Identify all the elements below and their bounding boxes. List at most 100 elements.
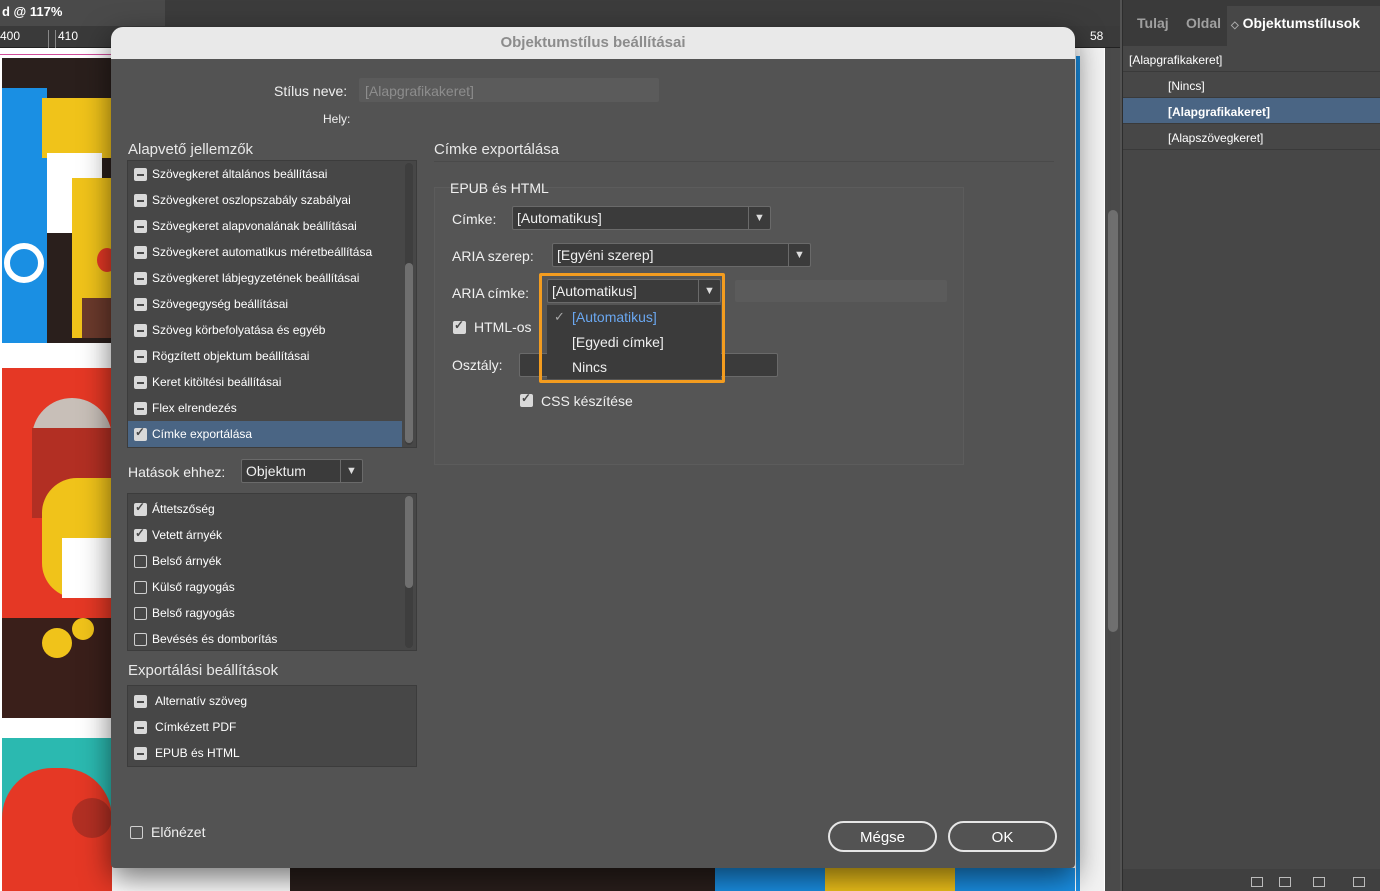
aria-role-select-value: [Egyéni szerep] [557, 247, 654, 263]
drag-handle-icon: ◇ [1231, 20, 1239, 31]
checkbox-unchecked[interactable] [134, 581, 147, 594]
list-item[interactable]: Szövegkeret automatikus méretbeállítása [128, 239, 402, 265]
object-styles-panel: Tulaj Oldal ◇ Objektumstílusok [Alapgraf… [1122, 0, 1380, 891]
list-item-label: Szöveg körbefolyatása és egyéb [152, 323, 326, 337]
tab-pages[interactable]: Oldal [1186, 15, 1221, 31]
checkbox-mixed[interactable] [134, 695, 147, 708]
list-item[interactable]: Belső árnyék [128, 548, 402, 574]
aria-label-custom-field [735, 280, 947, 302]
chevron-down-icon: ▼ [340, 460, 362, 482]
list-scrollbar[interactable] [405, 163, 413, 445]
aria-role-select[interactable]: [Egyéni szerep] ▼ [552, 243, 811, 267]
effects-target-select[interactable]: Objektum ▼ [241, 459, 363, 483]
checkbox-mixed[interactable] [134, 220, 147, 233]
aria-role-label: ARIA szerep: [452, 248, 534, 264]
list-item-label: Belső ragyogás [152, 606, 235, 620]
list-item[interactable]: Vetett árnyék [128, 522, 402, 548]
list-item[interactable]: Belső ragyogás [128, 600, 402, 626]
checkbox-mixed[interactable] [134, 324, 147, 337]
checkbox-mixed[interactable] [134, 298, 147, 311]
checkbox-checked[interactable] [134, 526, 147, 542]
list-item-label: Bevésés és domborítás [152, 632, 278, 646]
list-item-label: Szövegkeret automatikus méretbeállítása [152, 245, 373, 259]
style-list-item[interactable]: [Alapgrafikakeret] [1123, 46, 1380, 72]
style-name-field: [Alapgrafikakeret] [359, 78, 659, 102]
clear-overrides-icon[interactable] [1279, 877, 1291, 887]
list-item[interactable]: Külső ragyogás [128, 574, 402, 600]
list-item[interactable]: Szövegkeret lábjegyzetének beállításai [128, 265, 402, 291]
effects-target-value: Objektum [246, 463, 306, 479]
tag-select[interactable]: [Automatikus] ▼ [512, 206, 771, 230]
list-item[interactable]: Címkézett PDF [128, 714, 416, 740]
css-checkbox[interactable] [520, 391, 533, 407]
vertical-scrollbar-thumb[interactable] [1108, 210, 1118, 632]
html-checkbox[interactable] [453, 318, 466, 334]
list-item[interactable]: Szövegkeret alapvonalának beállításai [128, 213, 402, 239]
tab-object-styles[interactable]: ◇ Objektumstílusok [1231, 15, 1360, 31]
object-style-options-dialog: Objektumstílus beállításai Stílus neve: … [111, 27, 1075, 868]
checkbox-mixed[interactable] [134, 402, 147, 415]
style-list-item[interactable]: [Nincs] [1123, 72, 1380, 98]
list-item-selected[interactable]: Címke exportálása [128, 421, 402, 447]
vertical-scrollbar-track[interactable] [1105, 48, 1120, 891]
list-item[interactable]: Áttetszőség [128, 496, 402, 522]
list-item-label: Címkézett PDF [155, 720, 237, 734]
effects-list: Áttetszőség Vetett árnyék Belső árnyék K… [127, 493, 417, 651]
document-tab-bar: d @ 117% [0, 0, 1120, 26]
list-item[interactable]: Szöveg körbefolyatása és egyéb [128, 317, 402, 343]
export-options-list: Alternatív szöveg Címkézett PDF EPUB és … [127, 685, 417, 767]
list-item[interactable]: Flex elrendezés [128, 395, 402, 421]
ruler-tick-mark [48, 30, 49, 48]
style-name-label: Stílus neve: [274, 83, 348, 99]
checkbox-mixed[interactable] [134, 721, 147, 734]
checkbox-mixed[interactable] [134, 747, 147, 760]
list-scrollbar-thumb[interactable] [405, 263, 413, 443]
list-item[interactable]: Szövegkeret oszlopszabály szabályai [128, 187, 402, 213]
list-item[interactable]: Szövegegység beállításai [128, 291, 402, 317]
location-label: Hely: [323, 112, 351, 126]
document-tab[interactable]: d @ 117% [0, 0, 165, 26]
pasteboard [1080, 48, 1104, 891]
panel-footer [1123, 869, 1380, 891]
list-item-label: Külső ragyogás [152, 580, 235, 594]
ok-button[interactable]: OK [948, 821, 1057, 852]
aria-label-label: ARIA címke: [452, 285, 530, 301]
list-item[interactable]: Szövegkeret általános beállításai [128, 161, 402, 187]
basic-attributes-list: Szövegkeret általános beállításai Szöveg… [127, 160, 417, 448]
break-link-icon[interactable] [1313, 877, 1325, 887]
chevron-down-icon: ▼ [788, 244, 810, 266]
checkbox-mixed[interactable] [134, 194, 147, 207]
cancel-button[interactable]: Mégse [828, 821, 937, 852]
checkbox-mixed[interactable] [134, 272, 147, 285]
list-scrollbar[interactable] [405, 496, 413, 648]
checkbox-unchecked[interactable] [134, 555, 147, 568]
checkbox-checked[interactable] [134, 500, 147, 516]
class-label: Osztály: [452, 357, 503, 373]
list-item[interactable]: Rögzített objektum beállításai [128, 343, 402, 369]
chevron-down-icon: ▼ [748, 207, 770, 229]
checkbox-mixed[interactable] [134, 246, 147, 259]
new-style-icon[interactable] [1353, 877, 1365, 887]
checkbox-mixed[interactable] [134, 168, 147, 181]
checkbox-unchecked[interactable] [134, 607, 147, 620]
checkbox-mixed[interactable] [134, 376, 147, 389]
checkbox-mixed[interactable] [134, 350, 147, 363]
folder-icon[interactable] [1251, 877, 1263, 887]
preview-checkbox[interactable] [130, 826, 143, 839]
epub-html-group-title: EPUB és HTML [450, 180, 549, 196]
list-item[interactable]: Keret kitöltési beállításai [128, 369, 402, 395]
preview-label: Előnézet [151, 824, 206, 840]
list-item-label: Rögzített objektum beállításai [152, 349, 310, 363]
checkbox-unchecked[interactable] [134, 633, 147, 646]
list-item[interactable]: Bevésés és domborítás [128, 626, 402, 652]
style-list-item-selected[interactable]: [Alapgrafikakeret] [1123, 98, 1380, 124]
list-item[interactable]: EPUB és HTML [128, 740, 416, 766]
style-list-item[interactable]: [Alapszövegkeret] [1123, 124, 1380, 150]
checkbox-checked[interactable] [134, 425, 147, 441]
artwork-illustration-bottom [290, 868, 730, 891]
list-item-label: Áttetszőség [152, 502, 215, 516]
list-item[interactable]: Alternatív szöveg [128, 688, 416, 714]
dialog-title: Objektumstílus beállításai [111, 27, 1075, 59]
tab-properties[interactable]: Tulaj [1137, 15, 1169, 31]
list-scrollbar-thumb[interactable] [405, 496, 413, 588]
